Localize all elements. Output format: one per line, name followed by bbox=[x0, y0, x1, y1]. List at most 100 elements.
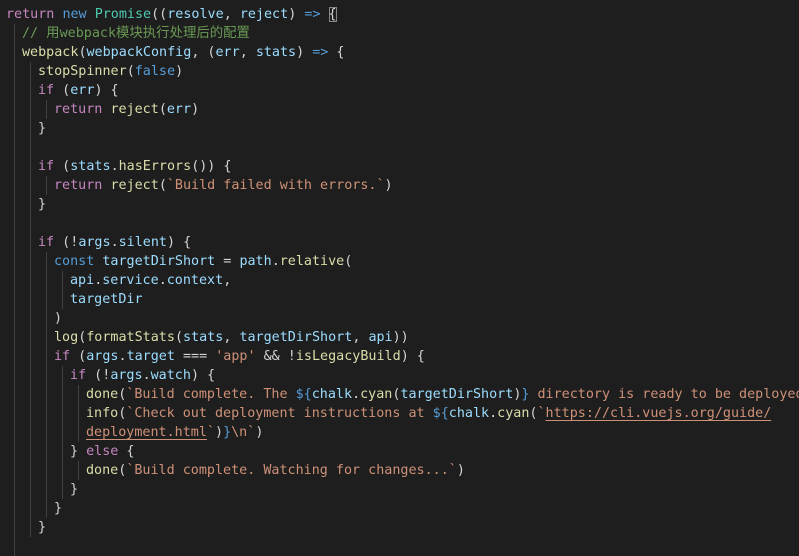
code-token: done bbox=[86, 463, 119, 478]
code-token: ) { bbox=[94, 83, 119, 98]
code-token: , bbox=[223, 273, 232, 288]
code-token: stats bbox=[183, 330, 224, 345]
code-editor[interactable]: return new Promise((resolve, reject) => … bbox=[0, 0, 799, 556]
code-token: api bbox=[70, 273, 95, 288]
code-line[interactable]: } bbox=[38, 518, 46, 537]
code-token: args bbox=[78, 235, 111, 250]
indent-guide bbox=[62, 271, 63, 309]
code-token: return bbox=[6, 7, 63, 22]
code-token: webpack bbox=[22, 45, 79, 60]
code-token: targetDirShort bbox=[239, 330, 353, 345]
code-token: ) { bbox=[167, 235, 192, 250]
code-line[interactable]: if (stats.hasErrors()) { bbox=[38, 157, 232, 176]
indent-guide bbox=[46, 176, 47, 195]
code-token: , bbox=[239, 45, 256, 60]
code-line[interactable]: const targetDirShort = path.relative( bbox=[54, 252, 352, 271]
code-line[interactable]: return reject(err) bbox=[54, 100, 199, 119]
code-token: . bbox=[110, 159, 119, 174]
code-token: ( bbox=[54, 159, 71, 174]
code-line[interactable]: return new Promise((resolve, reject) => … bbox=[6, 5, 337, 24]
code-line[interactable]: } bbox=[38, 119, 46, 138]
code-token: ( bbox=[158, 178, 167, 193]
code-line[interactable]: if (!args.watch) { bbox=[70, 366, 215, 385]
code-line[interactable]: done(`Build complete. The ${chalk.cyan(t… bbox=[86, 385, 799, 404]
code-token: => bbox=[304, 7, 321, 22]
code-token: { bbox=[328, 45, 345, 60]
code-line[interactable]: targetDir bbox=[70, 290, 143, 309]
code-token: ) bbox=[384, 178, 393, 193]
code-token: (! bbox=[54, 235, 79, 250]
code-line[interactable]: log(formatStats(stats, targetDirShort, a… bbox=[54, 328, 409, 347]
code-token: chalk bbox=[448, 406, 490, 421]
code-token: `Build failed with errors.` bbox=[166, 178, 385, 193]
code-line[interactable]: return reject(`Build failed with errors.… bbox=[54, 176, 393, 195]
code-token: Promise bbox=[94, 7, 152, 22]
code-token: . bbox=[118, 349, 127, 364]
code-line[interactable]: deployment.html`)}\n`) bbox=[86, 423, 263, 442]
code-token: ( bbox=[78, 45, 87, 60]
code-token: ${ bbox=[295, 387, 312, 402]
code-token: = bbox=[215, 254, 240, 269]
code-line[interactable]: info(`Check out deployment instructions … bbox=[86, 404, 771, 423]
code-token: else bbox=[86, 444, 119, 459]
code-token: )) bbox=[392, 330, 409, 345]
code-token: { bbox=[118, 444, 135, 459]
code-line[interactable]: stopSpinner(false) bbox=[38, 62, 183, 81]
indent-guide bbox=[14, 24, 15, 556]
code-token: && ! bbox=[255, 349, 296, 364]
code-token: deployment.html bbox=[86, 425, 207, 440]
code-token: info bbox=[86, 406, 119, 421]
code-token: api bbox=[368, 330, 393, 345]
code-token: hasErrors bbox=[118, 159, 192, 174]
code-token: err bbox=[166, 102, 192, 117]
code-token: relative bbox=[279, 254, 345, 269]
code-line[interactable]: if (!args.silent) { bbox=[38, 233, 191, 252]
code-token: resolve bbox=[167, 7, 224, 22]
code-token: done bbox=[86, 387, 119, 402]
code-line[interactable]: if (args.target === 'app' && !isLegacyBu… bbox=[54, 347, 425, 366]
code-token: . bbox=[158, 273, 167, 288]
code-line[interactable]: } bbox=[38, 195, 46, 214]
code-token: stats bbox=[255, 45, 297, 60]
code-line[interactable]: ) bbox=[54, 309, 62, 328]
code-token: `Build complete. The bbox=[126, 387, 296, 402]
code-token: reject bbox=[239, 7, 289, 22]
code-token: ) bbox=[215, 425, 224, 440]
code-token: if bbox=[54, 349, 71, 364]
code-token: } bbox=[38, 121, 47, 136]
code-token: . bbox=[352, 387, 361, 402]
code-token: targetDirShort bbox=[102, 254, 216, 269]
code-token: === bbox=[174, 349, 216, 364]
code-token: stopSpinner bbox=[38, 64, 127, 79]
code-line[interactable]: // 用webpack模块执行处理后的配置 bbox=[22, 24, 250, 43]
code-line[interactable]: webpack(webpackConfig, (err, stats) => { bbox=[22, 43, 345, 62]
code-token: directory is ready to be deployed.` bbox=[529, 387, 799, 402]
matched-bracket: { bbox=[328, 7, 337, 22]
code-token: . bbox=[489, 406, 498, 421]
code-line[interactable]: api.service.context, bbox=[70, 271, 231, 290]
code-token: if bbox=[38, 235, 55, 250]
code-token: path bbox=[239, 254, 272, 269]
code-line[interactable]: } bbox=[70, 480, 78, 499]
code-token: chalk bbox=[311, 387, 353, 402]
code-token: . bbox=[271, 254, 280, 269]
code-token: service bbox=[102, 273, 159, 288]
code-token: return bbox=[54, 178, 111, 193]
code-token: ()) { bbox=[191, 159, 232, 174]
indent-guide bbox=[78, 385, 79, 442]
code-token: webpackConfig bbox=[86, 45, 192, 60]
code-line[interactable]: } else { bbox=[70, 442, 135, 461]
code-token: targetDir bbox=[70, 292, 143, 307]
code-token: context bbox=[166, 273, 224, 288]
code-token: err bbox=[70, 83, 95, 98]
code-line[interactable]: done(`Build complete. Watching for chang… bbox=[86, 461, 465, 480]
code-token: ) bbox=[296, 45, 313, 60]
code-token: return bbox=[54, 102, 111, 117]
indent-guide bbox=[46, 252, 47, 518]
code-token: false bbox=[134, 64, 176, 79]
code-token: ( bbox=[70, 349, 87, 364]
code-line[interactable]: } bbox=[54, 499, 62, 518]
code-line[interactable]: if (err) { bbox=[38, 81, 119, 100]
code-token: , bbox=[352, 330, 369, 345]
